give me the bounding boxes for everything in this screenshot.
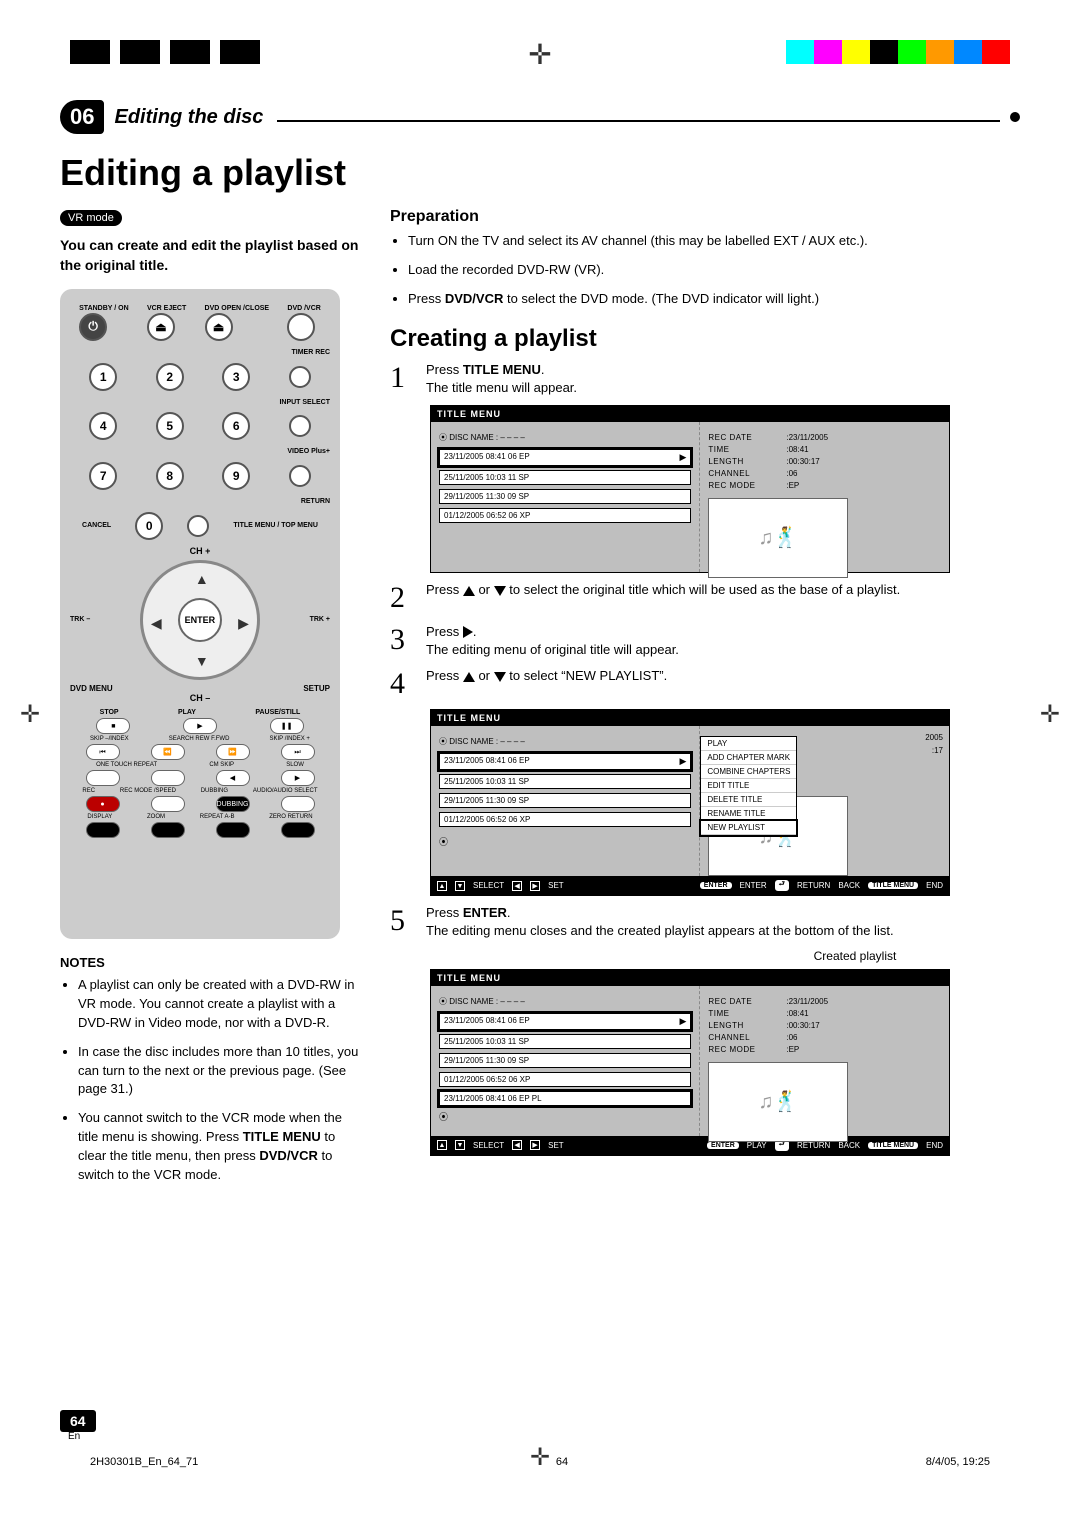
note-item: You cannot switch to the VCR mode when t… — [78, 1109, 360, 1184]
chapter-number: 06 — [60, 100, 104, 134]
chapter-header: 06 Editing the disc — [60, 100, 1020, 134]
remote-illustration: STANDBY / ON⏻ VCR EJECT⏏ DVD OPEN /CLOSE… — [60, 289, 340, 939]
preparation-heading: Preparation — [390, 208, 1020, 226]
page-title: Editing a playlist — [60, 152, 1020, 194]
page-lang: En — [60, 1431, 96, 1442]
registration-mark-right: ✛ — [1040, 700, 1060, 729]
title-menu-screen-1: TITLE MENU ⦿ DISC NAME : – – – – 23/11/2… — [430, 405, 950, 573]
created-playlist-label: Created playlist — [690, 949, 1020, 963]
intro-text: You can create and edit the playlist bas… — [60, 236, 360, 275]
step-4: 4 Press or to select “NEW PLAYLIST”. — [390, 667, 1020, 701]
down-icon — [494, 672, 506, 682]
registration-mark-top: ✛ — [528, 38, 551, 71]
up-icon — [463, 586, 475, 596]
note-item: In case the disc includes more than 10 t… — [78, 1043, 360, 1100]
page-content: 06 Editing the disc Editing a playlist V… — [60, 100, 1020, 1408]
step-5: 5 Press ENTER. The editing menu closes a… — [390, 904, 1020, 940]
chapter-title: Editing the disc — [114, 106, 263, 129]
registration-mark-bottom: ✛ — [530, 1443, 550, 1472]
doc-page: 64 — [556, 1456, 568, 1468]
page-footer: 64 En — [60, 1413, 96, 1442]
vr-mode-badge: VR mode — [60, 210, 122, 226]
preparation-block: Preparation Turn ON the TV and select it… — [390, 208, 1020, 309]
down-icon — [494, 586, 506, 596]
step-2: 2 Press or to select the original title … — [390, 581, 1020, 615]
prep-item: Load the recorded DVD-RW (VR). — [408, 261, 1020, 280]
notes-heading: NOTES — [60, 955, 360, 970]
right-icon — [463, 626, 473, 638]
page-number: 64 — [60, 1410, 96, 1432]
step-1: 1 Press TITLE MENU. The title menu will … — [390, 361, 1020, 397]
registration-mark-left: ✛ — [20, 700, 40, 729]
up-icon — [463, 672, 475, 682]
doc-date: 8/4/05, 19:25 — [926, 1456, 990, 1468]
screen-footer: ▲▼SELECT ◀▶SET ENTERENTER ⮐RETURNBACK TI… — [431, 876, 949, 895]
notes-block: NOTES A playlist can only be created wit… — [60, 955, 360, 1184]
title-menu-screen-2: TITLE MENU ⦿ DISC NAME : – – – – 23/11/2… — [430, 709, 950, 896]
doc-id: 2H30301B_En_64_71 — [90, 1456, 198, 1468]
context-popup: PLAY ADD CHAPTER MARK COMBINE CHAPTERS E… — [700, 736, 797, 836]
title-menu-screen-3: TITLE MENU ⦿ DISC NAME : – – – – 23/11/2… — [430, 969, 950, 1156]
step-3: 3 Press .The editing menu of original ti… — [390, 623, 1020, 659]
creating-heading: Creating a playlist — [390, 325, 1020, 353]
screen-footer: ▲▼SELECT ◀▶SET ENTERPLAY ⮐RETURNBACK TIT… — [431, 1136, 949, 1155]
prep-item: Press DVD/VCR to select the DVD mode. (T… — [408, 290, 1020, 309]
note-item: A playlist can only be created with a DV… — [78, 976, 360, 1033]
color-bars — [786, 40, 1010, 64]
prep-item: Turn ON the TV and select its AV channel… — [408, 232, 1020, 251]
